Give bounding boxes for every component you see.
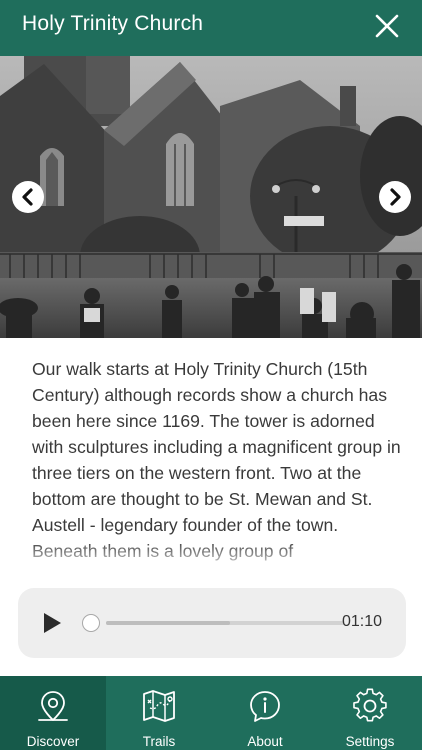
bottom-tab-bar: Discover Trails About Settings bbox=[0, 676, 422, 750]
tab-trails[interactable]: Trails bbox=[106, 676, 212, 750]
progress-track[interactable] bbox=[106, 621, 344, 625]
tab-about[interactable]: About bbox=[212, 676, 318, 750]
tab-discover[interactable]: Discover bbox=[0, 676, 106, 750]
gear-icon bbox=[353, 688, 387, 722]
chevron-right-icon bbox=[390, 188, 401, 206]
carousel-prev-button[interactable] bbox=[12, 181, 44, 213]
time-remaining: 01:10 bbox=[342, 613, 383, 630]
play-icon bbox=[44, 613, 61, 633]
close-icon bbox=[375, 14, 399, 38]
carousel-next-button[interactable] bbox=[379, 181, 411, 213]
play-button[interactable] bbox=[42, 612, 62, 634]
church-photo bbox=[0, 56, 422, 338]
close-button[interactable] bbox=[372, 11, 402, 41]
photo-carousel[interactable] bbox=[0, 56, 422, 338]
tab-label: Discover bbox=[26, 734, 80, 749]
trail-map-icon bbox=[143, 690, 175, 722]
text-fade-overlay bbox=[0, 540, 422, 574]
tab-label: Trails bbox=[142, 734, 176, 749]
progress-thumb[interactable] bbox=[82, 614, 100, 632]
tab-label: About bbox=[247, 734, 283, 749]
info-icon bbox=[250, 691, 280, 722]
page-title: Holy Trinity Church bbox=[22, 12, 204, 35]
map-pin-icon bbox=[38, 691, 68, 721]
tab-label: Settings bbox=[345, 734, 395, 749]
audio-player: 01:10 bbox=[18, 588, 406, 658]
app-header: Holy Trinity Church bbox=[0, 0, 422, 56]
tab-settings[interactable]: Settings bbox=[318, 676, 422, 750]
buffer-fill bbox=[106, 621, 230, 625]
chevron-left-icon bbox=[22, 188, 33, 206]
description-text: Our walk starts at Holy Trinity Church (… bbox=[32, 359, 401, 561]
